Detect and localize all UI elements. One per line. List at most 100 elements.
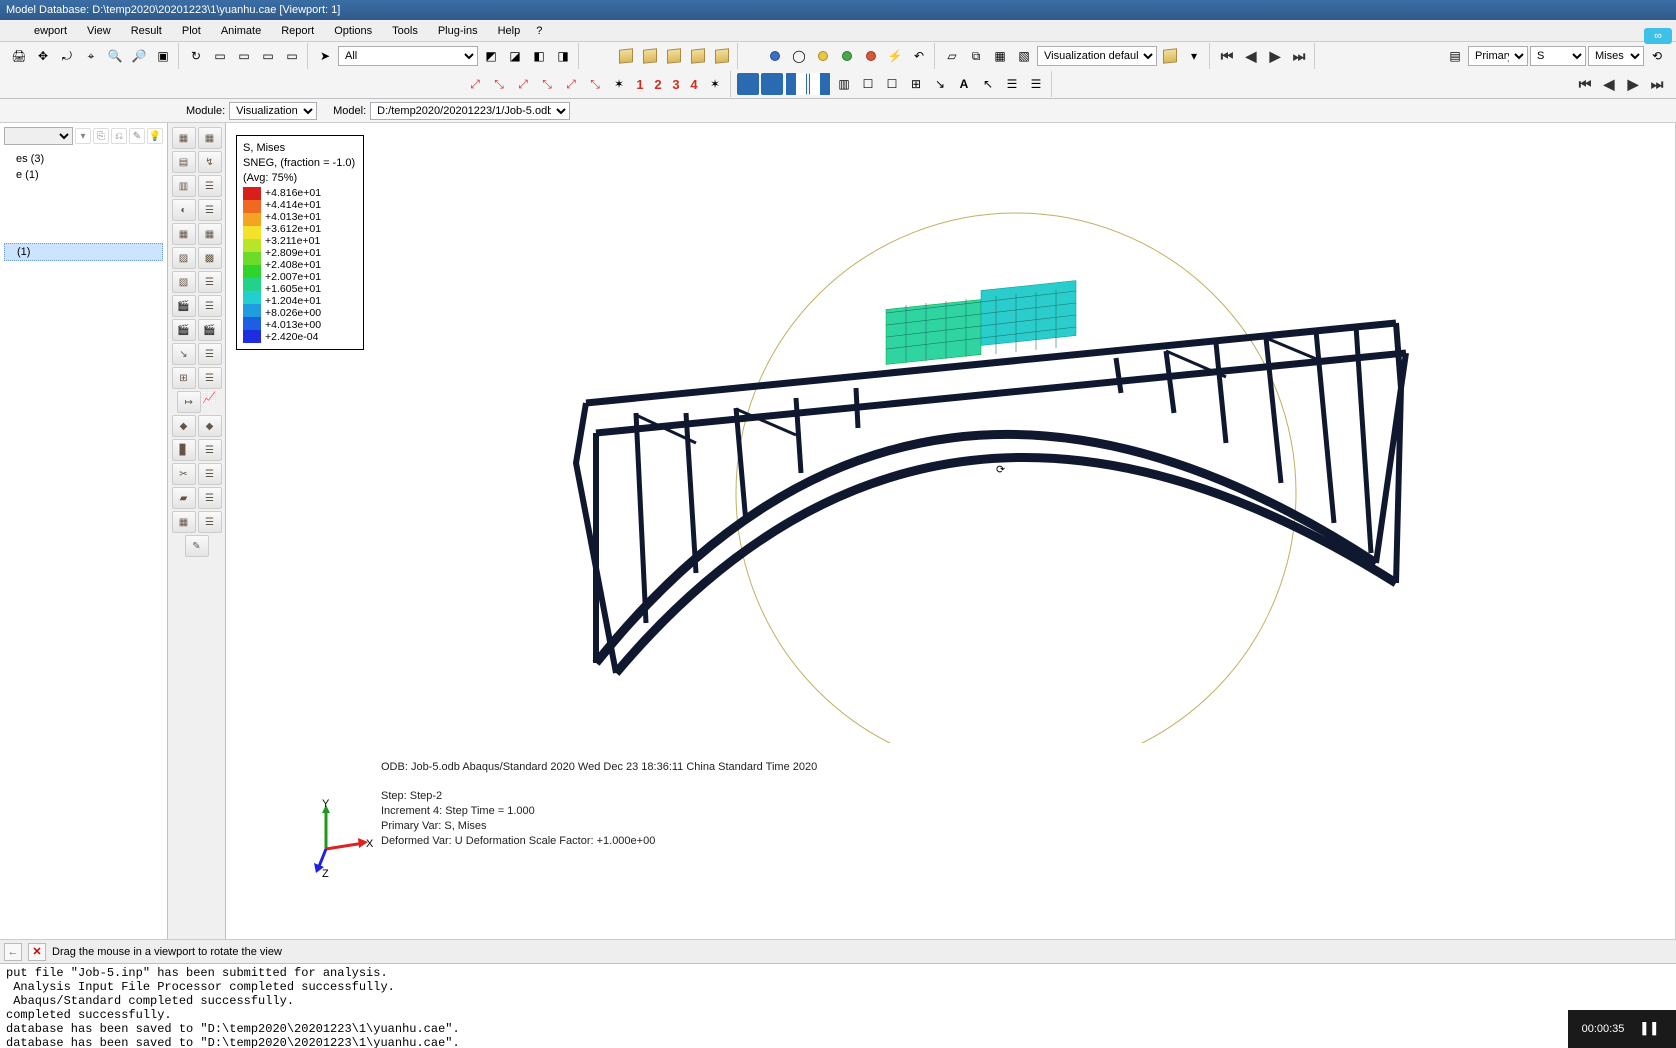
zoom-out-icon[interactable]: 🔎 xyxy=(128,45,150,67)
vtool-23-icon[interactable]: ↦ xyxy=(177,391,201,413)
annotation-2-icon[interactable]: ☐ xyxy=(881,73,903,95)
vtool-5-icon[interactable]: ▥ xyxy=(172,175,196,197)
filter-c-icon[interactable]: ◧ xyxy=(528,45,550,67)
render-1-icon[interactable] xyxy=(615,45,637,67)
dot-yellow-icon[interactable] xyxy=(812,45,834,67)
sync-icon[interactable]: ⟲ xyxy=(1646,45,1668,67)
vtool-20-icon[interactable]: ☰ xyxy=(198,343,222,365)
render-3-icon[interactable] xyxy=(663,45,685,67)
csys-3-icon[interactable]: ⤢ xyxy=(512,73,534,95)
triad-icon[interactable]: ✶ xyxy=(608,73,630,95)
lightning-icon[interactable]: ⚡ xyxy=(884,45,906,67)
csys-2-icon[interactable]: ⤡ xyxy=(488,73,510,95)
vtool-3-icon[interactable]: ▤ xyxy=(172,151,196,173)
tree-filter-combo[interactable] xyxy=(4,127,73,145)
vtool-17-icon[interactable]: 🎬 xyxy=(172,319,196,341)
module-combo[interactable]: Visualization xyxy=(229,102,317,120)
zoom-in-icon[interactable]: 🔍 xyxy=(104,45,126,67)
circles-1-icon[interactable]: ◯ xyxy=(788,45,810,67)
frame-last-icon[interactable]: ⏭ xyxy=(1288,45,1310,67)
vtool-34-icon[interactable]: ☰ xyxy=(198,511,222,533)
print-icon[interactable]: 🖨 xyxy=(8,45,30,67)
frame-first-icon[interactable]: ⏮ xyxy=(1216,45,1238,67)
view-num-4[interactable]: 4 xyxy=(686,77,702,92)
tree-node-es[interactable]: es (3) xyxy=(4,151,163,167)
pointer-icon[interactable]: ↘ xyxy=(929,73,951,95)
vtool-16-icon[interactable]: ☰ xyxy=(198,295,222,317)
anim-first-icon[interactable]: ⏮ xyxy=(1574,73,1596,95)
primary-combo[interactable]: Primary xyxy=(1468,46,1528,66)
vtool-22-icon[interactable]: ☰ xyxy=(198,367,222,389)
vtool-11-icon[interactable]: ▨ xyxy=(172,247,196,269)
context-help-icon[interactable]: ? xyxy=(530,22,548,40)
menu-item-help[interactable]: Help xyxy=(488,22,531,40)
menu-item-blank[interactable] xyxy=(4,28,24,34)
vtool-31-icon[interactable]: ▰ xyxy=(172,487,196,509)
menu-item-plugins[interactable]: Plug-ins xyxy=(428,22,488,40)
model-combo[interactable]: D:/temp2020/20201223/1/Job-5.odb xyxy=(370,102,570,120)
view-2-icon[interactable]: ▭ xyxy=(233,45,255,67)
plot-state-3-icon[interactable] xyxy=(785,73,807,95)
mises-combo[interactable]: Mises xyxy=(1588,46,1644,66)
vtool-32-icon[interactable]: ☰ xyxy=(198,487,222,509)
vtool-19-icon[interactable]: ↘ xyxy=(172,343,196,365)
field-output-icon[interactable]: ▤ xyxy=(1444,45,1466,67)
filter-a-icon[interactable]: ◩ xyxy=(480,45,502,67)
tree-icon-2[interactable]: ⎘ xyxy=(93,128,109,144)
frame-next-icon[interactable]: ▶ xyxy=(1264,45,1286,67)
view-num-3[interactable]: 3 xyxy=(668,77,684,92)
vtool-2-icon[interactable]: ▦ xyxy=(198,127,222,149)
view-3-icon[interactable]: ▭ xyxy=(257,45,279,67)
select-arrow-icon[interactable]: ➤ xyxy=(314,45,336,67)
vtool-10-icon[interactable]: ▦ xyxy=(198,223,222,245)
cycle-view-icon[interactable]: ↻ xyxy=(185,45,207,67)
render-cube-icon[interactable] xyxy=(1159,45,1181,67)
menu-item-tools[interactable]: Tools xyxy=(382,22,428,40)
vtool-15-icon[interactable]: 🎬 xyxy=(172,295,196,317)
prompt-back-icon[interactable]: ← xyxy=(4,943,22,961)
pan-icon[interactable]: ✥ xyxy=(32,45,54,67)
annotation-1-icon[interactable]: ☐ xyxy=(857,73,879,95)
csys-5-icon[interactable]: ⤢ xyxy=(560,73,582,95)
undo-icon[interactable]: ↶ xyxy=(908,45,930,67)
vtool-12-icon[interactable]: ▩ xyxy=(198,247,222,269)
plot-state-2-icon[interactable] xyxy=(761,73,783,95)
grid-icon[interactable]: ▦ xyxy=(989,45,1011,67)
vtool-7-icon[interactable]: ◐ xyxy=(172,199,196,221)
vtool-4-icon[interactable]: ↯ xyxy=(198,151,222,173)
vtool-28-icon[interactable]: ☰ xyxy=(198,439,222,461)
view-1-icon[interactable]: ▭ xyxy=(209,45,231,67)
dot-orange-icon[interactable] xyxy=(860,45,882,67)
view-num-1[interactable]: 1 xyxy=(632,77,648,92)
tree-icon-3[interactable]: ⎌ xyxy=(111,128,127,144)
s-combo[interactable]: S xyxy=(1530,46,1586,66)
vtool-13-icon[interactable]: ▧ xyxy=(172,271,196,293)
selection-filter-combo[interactable]: All xyxy=(338,46,478,66)
menu-item-options[interactable]: Options xyxy=(324,22,382,40)
prompt-cancel-icon[interactable]: ✕ xyxy=(28,943,46,961)
vtool-18-icon[interactable]: 🎬 xyxy=(198,319,222,341)
vtool-33-icon[interactable]: ▦ xyxy=(172,511,196,533)
perspective-icon[interactable]: ▱ xyxy=(941,45,963,67)
rotate-icon[interactable]: ⤾ xyxy=(56,45,78,67)
tree-icon-4[interactable]: ✎ xyxy=(129,128,145,144)
vtool-29-icon[interactable]: ✂ xyxy=(172,463,196,485)
text-a-icon[interactable]: A xyxy=(953,73,975,95)
message-area[interactable]: put file "Job-5.inp" has been submitted … xyxy=(0,963,1676,1048)
plot-state-4-icon[interactable] xyxy=(809,73,831,95)
render-4-icon[interactable] xyxy=(687,45,709,67)
menu-item-viewport[interactable]: ewport xyxy=(24,22,77,40)
view-num-2[interactable]: 2 xyxy=(650,77,666,92)
vtool-14-icon[interactable]: ☰ xyxy=(198,271,222,293)
tree-node-e[interactable]: e (1) xyxy=(4,167,163,183)
view-4-icon[interactable]: ▭ xyxy=(281,45,303,67)
vtool-24-icon[interactable]: 📈 xyxy=(203,391,217,413)
lightbulb-icon[interactable]: 💡 xyxy=(147,128,163,144)
plot-state-5-icon[interactable]: ▥ xyxy=(833,73,855,95)
plot-state-1-icon[interactable] xyxy=(737,73,759,95)
anim-last-icon[interactable]: ⏭ xyxy=(1646,73,1668,95)
arrow-select-icon[interactable]: ↖ xyxy=(977,73,999,95)
vtool-21-icon[interactable]: ⊞ xyxy=(172,367,196,389)
zoom-box-icon[interactable]: ⌖ xyxy=(80,45,102,67)
pause-icon[interactable]: ▌▌ xyxy=(1642,1023,1662,1035)
